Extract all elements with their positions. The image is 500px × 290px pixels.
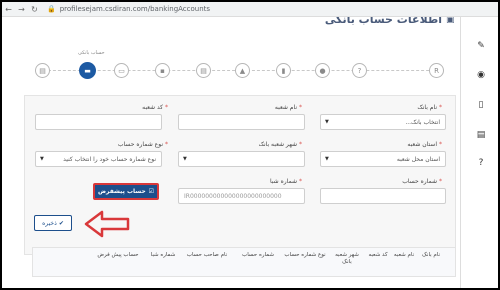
branch-name-label-text: نام شعبه: [274, 104, 297, 111]
required-mark: *: [299, 141, 302, 148]
url-text: profilesejam.csdiran.com/bankingAccounts: [59, 5, 211, 13]
page-header: اطلاعات حساب بانکی ▣: [2, 17, 460, 31]
check-icon: ✔: [58, 219, 64, 227]
reload-icon[interactable]: ↻: [28, 3, 41, 16]
required-mark: *: [439, 178, 442, 185]
required-mark: *: [165, 141, 168, 148]
edit-icon[interactable]: ✎: [475, 40, 487, 52]
branch-city-label: *شهر شعبه بانک: [259, 141, 302, 148]
forward-icon[interactable]: →: [15, 3, 28, 16]
annotation-arrow-icon: [84, 210, 130, 238]
table-header-cell: نام بانک: [421, 252, 441, 258]
checkbox-icon: ☑: [148, 188, 155, 195]
account-number-input[interactable]: [320, 188, 446, 204]
table-header-cell: حساب پیش فرض: [97, 252, 139, 258]
main-content: اطلاعات حساب بانکی ▣ حساب بانکی ▤ ▬ ▭ ▪ …: [2, 17, 460, 288]
branch-code-input[interactable]: [35, 114, 162, 130]
table-header-cell: نام شعبه: [393, 252, 415, 258]
sheba-input[interactable]: IR000000000000000000000000: [178, 188, 305, 204]
mobile-icon[interactable]: ▯: [475, 99, 487, 111]
eye-icon[interactable]: ◉: [475, 69, 487, 81]
step-flag-icon[interactable]: ▮: [276, 63, 291, 78]
account-number-label-text: شماره حساب: [402, 178, 437, 185]
account-type-label: *نوع شماره حساب: [118, 141, 168, 148]
chevron-down-icon: ▼: [183, 156, 187, 162]
bank-name-label-text: نام بانک: [417, 104, 437, 111]
step-graduation-icon[interactable]: ▲: [235, 63, 250, 78]
account-type-value: نوع شماره حساب خود را انتخاب کنید: [63, 155, 156, 163]
table-header-cell: نوع شماره حساب: [284, 252, 326, 258]
branch-province-value: استان محل شعبه: [396, 155, 440, 163]
step-question-icon[interactable]: ?: [352, 63, 367, 78]
branch-code-label: *کد شعبه: [142, 104, 168, 111]
step-doc-icon[interactable]: ▤: [35, 63, 50, 78]
branch-city-label-text: شهر شعبه بانک: [258, 141, 297, 148]
step-person-icon[interactable]: ●: [315, 63, 330, 78]
sheba-label: *شماره شبا: [270, 178, 302, 185]
sheba-label-text: شماره شبا: [270, 178, 297, 185]
chevron-down-icon: ▼: [325, 119, 329, 125]
sheba-value: IR000000000000000000000000: [184, 192, 282, 200]
browser-bar: ← → ↻ 🔒 profilesejam.csdiran.com/banking…: [2, 2, 498, 17]
id-card-icon[interactable]: ▤: [475, 129, 487, 141]
required-mark: *: [439, 141, 442, 148]
branch-city-select[interactable]: ▼: [178, 151, 305, 167]
branch-province-label: *استان شعبه: [407, 141, 442, 148]
bank-name-value: انتخاب بانک...: [405, 118, 440, 126]
step-position-icon[interactable]: ▤: [196, 63, 211, 78]
default-account-button-label: حساب پیشفرض: [97, 188, 146, 195]
bank-title-icon: ▣: [446, 17, 455, 25]
bank-name-select[interactable]: انتخاب بانک... ▼: [320, 114, 446, 130]
help-icon[interactable]: ?: [475, 157, 487, 169]
screenshot-frame: ← → ↻ 🔒 profilesejam.csdiran.com/banking…: [0, 0, 500, 290]
table-header-cell: شهر شعبه بانک: [335, 252, 359, 265]
chevron-down-icon: ▼: [40, 156, 44, 162]
default-account-button[interactable]: حساب پیشفرض ☑: [93, 183, 159, 200]
table-header-cell: کد شعبه: [368, 252, 388, 258]
bank-name-label: *نام بانک: [417, 104, 442, 111]
required-mark: *: [439, 104, 442, 111]
save-button[interactable]: ذخیره ✔: [34, 215, 72, 231]
branch-code-label-text: کد شعبه: [142, 104, 163, 111]
branch-name-label: *نام شعبه: [275, 104, 302, 111]
account-type-label-text: نوع شماره حساب: [117, 141, 163, 148]
lock-icon: 🔒: [47, 5, 56, 13]
required-mark: *: [165, 104, 168, 111]
branch-province-label-text: استان شعبه: [407, 141, 437, 148]
page-title: اطلاعات حساب بانکی: [324, 17, 442, 26]
step-briefcase-icon[interactable]: ▪: [155, 63, 170, 78]
table-header-cell: شماره حساب: [242, 252, 274, 258]
step-registered-icon[interactable]: R: [429, 63, 444, 78]
back-icon[interactable]: ←: [2, 3, 15, 16]
account-number-label: *شماره حساب: [402, 178, 442, 185]
table-header-cell: شماره شبا: [150, 252, 176, 258]
table-header-cell: نام صاحب حساب: [186, 252, 228, 258]
required-mark: *: [299, 104, 302, 111]
address-bar[interactable]: 🔒 profilesejam.csdiran.com/bankingAccoun…: [47, 5, 210, 13]
required-mark: *: [299, 178, 302, 185]
branch-name-input[interactable]: [178, 114, 305, 130]
step-card-icon[interactable]: ▭: [114, 63, 129, 78]
account-type-select[interactable]: نوع شماره حساب خود را انتخاب کنید ▼: [35, 151, 162, 167]
active-step-label: حساب بانکی: [78, 50, 105, 56]
progress-stepper: حساب بانکی ▤ ▬ ▭ ▪ ▤ ▲ ▮ ● ? R: [32, 50, 450, 79]
step-bank-account-icon[interactable]: ▬: [79, 62, 96, 79]
branch-province-select[interactable]: استان محل شعبه ▼: [320, 151, 446, 167]
save-button-label: ذخیره: [42, 219, 57, 227]
right-sidebar: ✎ ◉ ▯ ▤ ?: [460, 17, 498, 288]
chevron-down-icon: ▼: [325, 156, 329, 162]
accounts-table: نام بانک نام شعبه کد شعبه شهر شعبه بانک …: [32, 247, 456, 277]
